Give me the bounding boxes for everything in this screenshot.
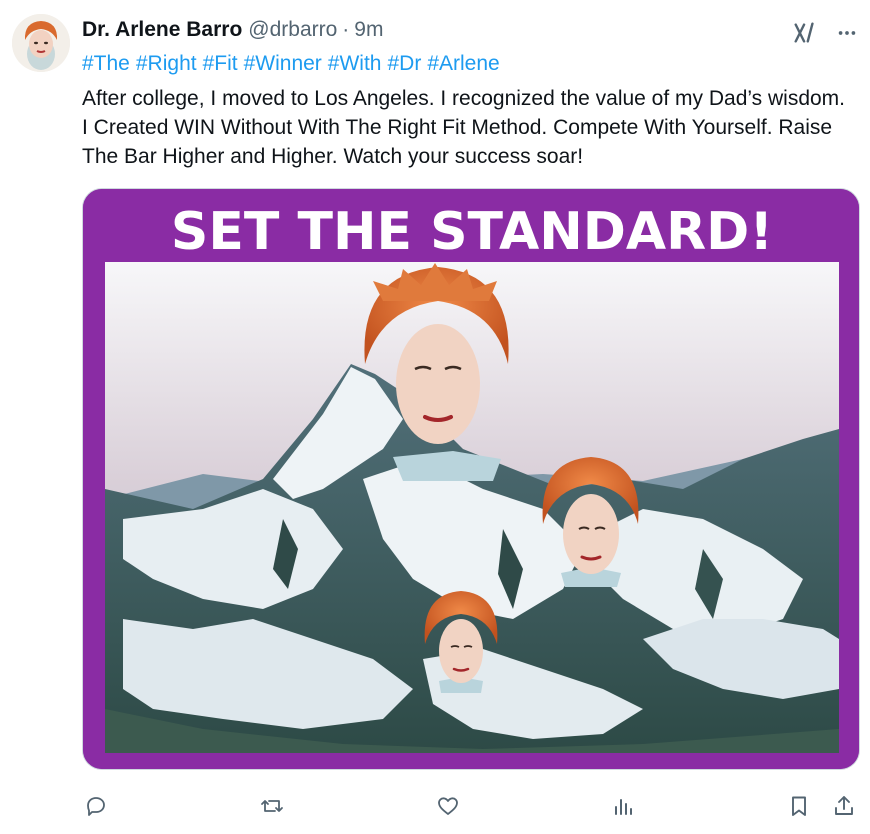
retweet-icon xyxy=(261,800,283,812)
tweet-header: Dr. Arlene Barro @drbarro · 9m xyxy=(82,18,383,48)
hashtag-link[interactable]: #The xyxy=(82,52,130,75)
more-button[interactable] xyxy=(832,18,862,48)
author-handle[interactable]: @drbarro xyxy=(248,18,337,42)
hashtag-link[interactable]: #With xyxy=(328,52,382,75)
grok-icon xyxy=(794,22,814,43)
hashtag-link[interactable]: #Fit xyxy=(203,52,238,75)
retweet-button[interactable] xyxy=(256,790,288,822)
separator: · xyxy=(342,18,350,41)
share-button[interactable] xyxy=(828,790,860,822)
more-icon xyxy=(838,31,856,35)
hashtag-link[interactable]: #Arlene xyxy=(427,52,499,75)
views-icon xyxy=(615,799,632,815)
avatar-image xyxy=(12,14,70,72)
views-button[interactable] xyxy=(607,790,639,822)
hashtag-line: #The #Right #Fit #Winner #With #Dr #Arlene xyxy=(82,52,506,76)
banner-text: SET THE STANDARD! xyxy=(171,202,773,262)
reply-button[interactable] xyxy=(80,790,112,822)
like-icon xyxy=(438,797,458,815)
hashtag-link[interactable]: #Winner xyxy=(244,52,322,75)
timestamp[interactable]: 9m xyxy=(354,18,383,42)
share-icon xyxy=(835,796,853,815)
hashtag-link[interactable]: #Dr xyxy=(387,52,421,75)
action-bar xyxy=(0,786,870,826)
bookmark-button[interactable] xyxy=(783,790,815,822)
bookmark-icon xyxy=(792,796,806,816)
media-image: SET THE STANDARD! xyxy=(83,189,859,769)
author-avatar[interactable] xyxy=(12,14,70,72)
hashtag-link[interactable]: #Right xyxy=(136,52,197,75)
reply-icon xyxy=(87,797,105,816)
tweet-media[interactable]: SET THE STANDARD! xyxy=(82,188,860,770)
author-name[interactable]: Dr. Arlene Barro xyxy=(82,18,242,42)
like-button[interactable] xyxy=(432,790,464,822)
grok-button[interactable] xyxy=(790,18,820,48)
tweet-text: After college, I moved to Los Angeles. I… xyxy=(82,87,846,168)
